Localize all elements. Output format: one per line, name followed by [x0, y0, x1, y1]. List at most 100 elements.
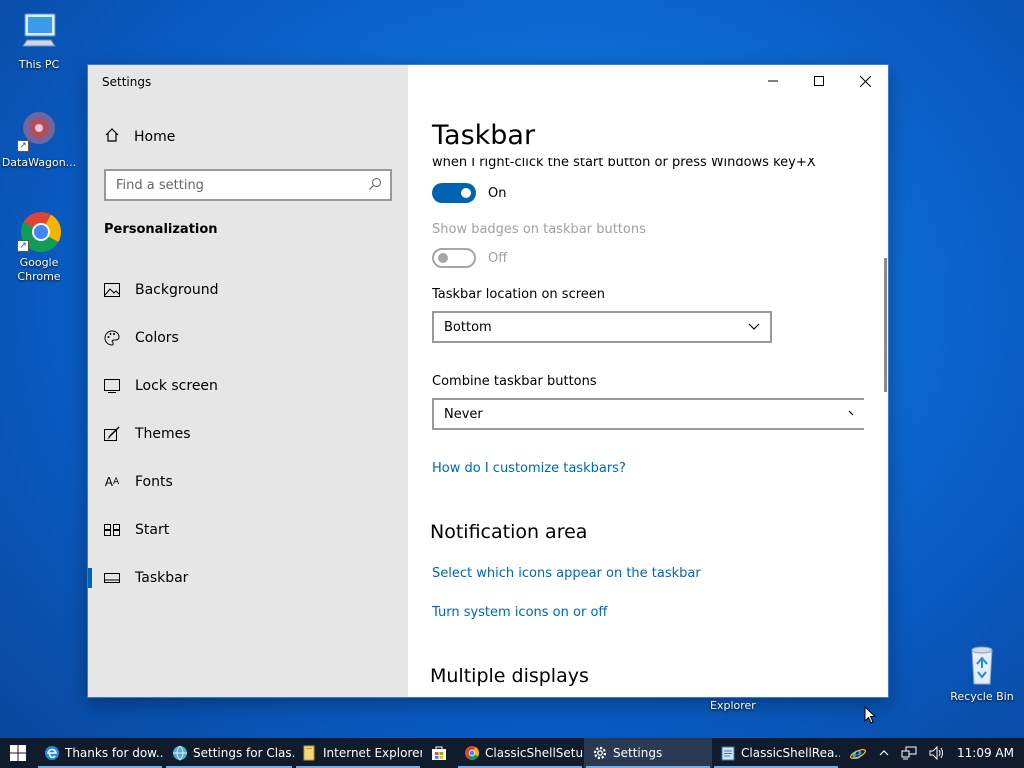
toggle-switch-on[interactable]	[432, 183, 476, 203]
location-label: Taskbar location on screen	[432, 287, 606, 302]
taskbar-item-internet-explorer[interactable]: Internet Explorer	[294, 738, 422, 768]
shortcut-arrow-icon: ↗	[17, 140, 29, 152]
toggle-switch-off[interactable]	[432, 248, 476, 268]
nav-item-lock-screen[interactable]: Lock screen	[88, 362, 408, 410]
select-icons-link[interactable]: Select which icons appear on the taskbar	[432, 566, 701, 581]
nav-item-label: Lock screen	[135, 378, 218, 394]
taskbar-item-classicshellsetup[interactable]: ClassicShellSetu...	[456, 738, 584, 768]
desktop-icon-label: This PC	[18, 58, 60, 71]
volume-icon[interactable]	[929, 746, 945, 760]
taskbar-item-label: Settings for Clas...	[193, 746, 294, 760]
toggle-state-label: On	[488, 185, 507, 201]
store-icon	[431, 745, 447, 761]
combine-dropdown[interactable]: Never	[432, 398, 864, 430]
nav-item-colors[interactable]: Colors	[88, 314, 408, 362]
home-icon	[104, 127, 134, 147]
location-dropdown[interactable]: Bottom	[432, 311, 772, 343]
explorer-desktop-label: Explorer	[710, 699, 756, 712]
taskbar-item-label: Settings	[613, 746, 663, 760]
globe-icon	[172, 745, 188, 761]
nav-item-label: Start	[135, 522, 170, 538]
picture-icon	[104, 282, 120, 298]
customize-taskbars-link[interactable]: How do I customize taskbars?	[432, 461, 626, 476]
badges-toggle-row[interactable]: Off	[432, 248, 507, 268]
multiple-displays-heading: Multiple displays	[430, 665, 589, 687]
lock-screen-icon	[104, 378, 120, 394]
taskbar-item-label: ClassicShellRea...	[741, 746, 840, 760]
network-icon[interactable]	[901, 746, 917, 760]
desktop-icon-label: Recycle Bin	[950, 690, 1014, 703]
nav-item-taskbar[interactable]: Taskbar	[88, 554, 408, 602]
desktop-icon-datawagon[interactable]: ↗ DataWagon...	[1, 108, 77, 170]
system-tray: e 11:09 AM	[843, 738, 1024, 768]
edge-icon	[44, 745, 60, 761]
computer-icon	[17, 10, 61, 54]
taskbar-icon	[104, 570, 120, 586]
minimize-icon	[768, 80, 778, 82]
nav-item-start[interactable]: Start	[88, 506, 408, 554]
chrome-icon: ↗	[17, 208, 61, 252]
taskbar-item-edge[interactable]: Thanks for dow...	[36, 738, 164, 768]
settings-content: Taskbar when I right-click the start but…	[408, 65, 888, 697]
desktop-icon-recycle-bin[interactable]: Recycle Bin	[944, 642, 1020, 704]
nav-item-background[interactable]: Background	[88, 266, 408, 314]
nav-item-label: Themes	[135, 426, 191, 442]
taskbar-item-store[interactable]	[422, 738, 456, 768]
section-heading: Personalization	[104, 222, 218, 237]
taskbar: Thanks for dow... Settings for Clas... I…	[0, 738, 1024, 768]
close-icon	[859, 75, 871, 87]
chevron-up-icon[interactable]	[879, 750, 889, 756]
system-icons-link[interactable]: Turn system icons on or off	[432, 605, 607, 620]
close-button[interactable]	[842, 65, 888, 97]
taskbar-item-settings[interactable]: Settings	[584, 738, 712, 768]
start-icon	[104, 522, 120, 538]
taskbar-item-label: Thanks for dow...	[65, 746, 164, 760]
palette-icon	[104, 330, 120, 346]
scrollbar-thumb[interactable]	[884, 258, 887, 392]
mouse-cursor-icon	[864, 705, 877, 728]
font-icon: AA	[104, 475, 120, 489]
chevron-down-icon	[748, 320, 760, 335]
badges-label: Show badges on taskbar buttons	[432, 222, 646, 237]
nav-item-fonts[interactable]: AA Fonts	[88, 458, 408, 506]
dropdown-value: Never	[444, 406, 483, 422]
nav-item-label: Fonts	[135, 474, 173, 490]
nav-item-label: Taskbar	[135, 570, 189, 586]
notepad-icon	[720, 745, 736, 761]
settings-sidebar: Settings Home Personalization Background…	[88, 65, 408, 697]
nav-item-label: Background	[135, 282, 219, 298]
windows-logo-icon	[10, 745, 26, 761]
desktop-icon-google-chrome[interactable]: ↗ Google Chrome	[1, 208, 77, 284]
clipped-setting-label: when I right-click the start button or p…	[432, 158, 816, 170]
start-button[interactable]	[0, 738, 36, 768]
dropdown-value: Bottom	[444, 319, 492, 335]
search-input[interactable]	[116, 177, 368, 193]
search-box[interactable]	[104, 169, 392, 201]
folder-icon	[302, 745, 318, 761]
shortcut-arrow-icon: ↗	[17, 240, 29, 252]
maximize-button[interactable]	[796, 65, 842, 97]
desktop-icon-label: DataWagon...	[1, 156, 77, 169]
taskbar-item-settings-classic[interactable]: Settings for Clas...	[164, 738, 294, 768]
window-title: Settings	[102, 75, 152, 89]
nav-item-themes[interactable]: Themes	[88, 410, 408, 458]
nav-item-label: Colors	[135, 330, 179, 346]
toggle-state-label: Off	[488, 250, 508, 266]
peek-toggle-row[interactable]: On	[432, 183, 506, 203]
gear-icon	[592, 745, 608, 761]
nav-home[interactable]: Home	[104, 127, 175, 147]
datawagon-icon: ↗	[17, 108, 61, 152]
page-title: Taskbar	[432, 120, 536, 151]
taskbar-clock[interactable]: 11:09 AM	[957, 746, 1014, 760]
desktop-icon-this-pc[interactable]: This PC	[1, 10, 77, 72]
window-controls	[750, 65, 888, 97]
search-icon[interactable]	[368, 176, 382, 195]
brush-icon	[104, 426, 120, 442]
combine-label: Combine taskbar buttons	[432, 374, 597, 389]
taskbar-item-classicshellreadme[interactable]: ClassicShellRea...	[712, 738, 840, 768]
desktop-icon-label: Google Chrome	[17, 256, 61, 283]
notification-area-heading: Notification area	[430, 521, 588, 543]
ie-quicklaunch-icon[interactable]: e	[849, 744, 867, 762]
minimize-button[interactable]	[750, 65, 796, 97]
chevron-down-icon	[848, 407, 854, 422]
